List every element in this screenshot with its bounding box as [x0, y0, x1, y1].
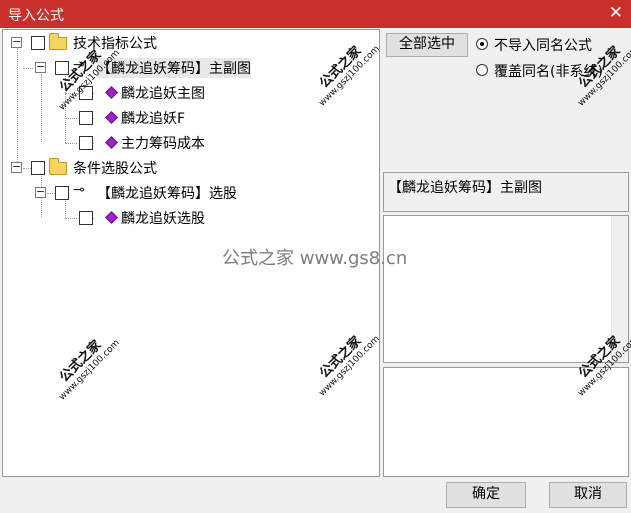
formula-gem-icon: [105, 111, 118, 124]
tree-node-label[interactable]: 麟龙追妖选股: [121, 208, 205, 228]
tree-connector: [41, 74, 42, 142]
skip-duplicate-label[interactable]: 不导入同名公式: [494, 35, 592, 55]
expand-toggle[interactable]: −: [35, 186, 46, 198]
checkbox[interactable]: [55, 61, 69, 75]
checkbox[interactable]: [31, 161, 45, 175]
overwrite-duplicate-radio[interactable]: [476, 64, 488, 76]
tree-connector: [65, 218, 77, 219]
ok-button[interactable]: 确定: [446, 482, 526, 508]
tree-node-label[interactable]: 【麟龙追妖筹码】选股: [97, 183, 237, 203]
description-pane[interactable]: [383, 215, 629, 363]
tree-node-label[interactable]: 条件选股公式: [73, 158, 157, 178]
checkbox[interactable]: [79, 136, 93, 150]
tree-node-label[interactable]: 主力筹码成本: [121, 133, 205, 153]
tree-node-label[interactable]: 【麟龙追妖筹码】主副图: [97, 58, 251, 78]
tree-node-label[interactable]: 麟龙追妖主图: [121, 83, 205, 103]
folder-icon: [49, 158, 67, 175]
formula-gem-icon: [105, 86, 118, 99]
notes-pane[interactable]: [383, 367, 629, 477]
expand-toggle[interactable]: −: [35, 61, 46, 73]
overwrite-duplicate-label[interactable]: 覆盖同名(非系统): [494, 61, 603, 81]
checkbox[interactable]: [79, 86, 93, 100]
checkbox[interactable]: [79, 111, 93, 125]
checkbox[interactable]: [79, 211, 93, 225]
skip-duplicate-radio[interactable]: [476, 38, 488, 50]
key-icon: ⊸: [73, 57, 85, 73]
tree-connector: [17, 48, 18, 168]
description-scrollbar[interactable]: [611, 216, 628, 362]
tree-connector: [65, 143, 77, 144]
cancel-button[interactable]: 取消: [549, 482, 627, 508]
formula-info-text: 【麟龙追妖筹码】主副图: [388, 180, 542, 196]
expand-toggle[interactable]: −: [11, 36, 22, 48]
checkbox[interactable]: [55, 186, 69, 200]
select-all-button[interactable]: 全部选中: [386, 33, 468, 57]
center-watermark: 公式之家 www.gs8.cn: [222, 248, 408, 269]
expand-toggle[interactable]: −: [11, 161, 22, 173]
tree-connector: [23, 68, 33, 69]
tree-connector: [65, 93, 77, 94]
tree-connector: [65, 118, 77, 119]
key-icon: ⊸: [73, 182, 85, 198]
folder-icon: [49, 33, 67, 50]
formula-info-panel: 【麟龙追妖筹码】主副图: [383, 172, 629, 212]
window-title: 导入公式: [8, 8, 64, 24]
checkbox[interactable]: [31, 36, 45, 50]
tree-connector: [65, 74, 66, 143]
close-icon[interactable]: ✕: [609, 3, 623, 23]
title-bar: 导入公式 ✕: [0, 0, 631, 28]
tree-connector: [65, 199, 66, 218]
formula-gem-icon: [105, 136, 118, 149]
formula-gem-icon: [105, 211, 118, 224]
tree-node-label[interactable]: 技术指标公式: [73, 33, 157, 53]
tree-node-label[interactable]: 麟龙追妖F: [121, 108, 185, 128]
